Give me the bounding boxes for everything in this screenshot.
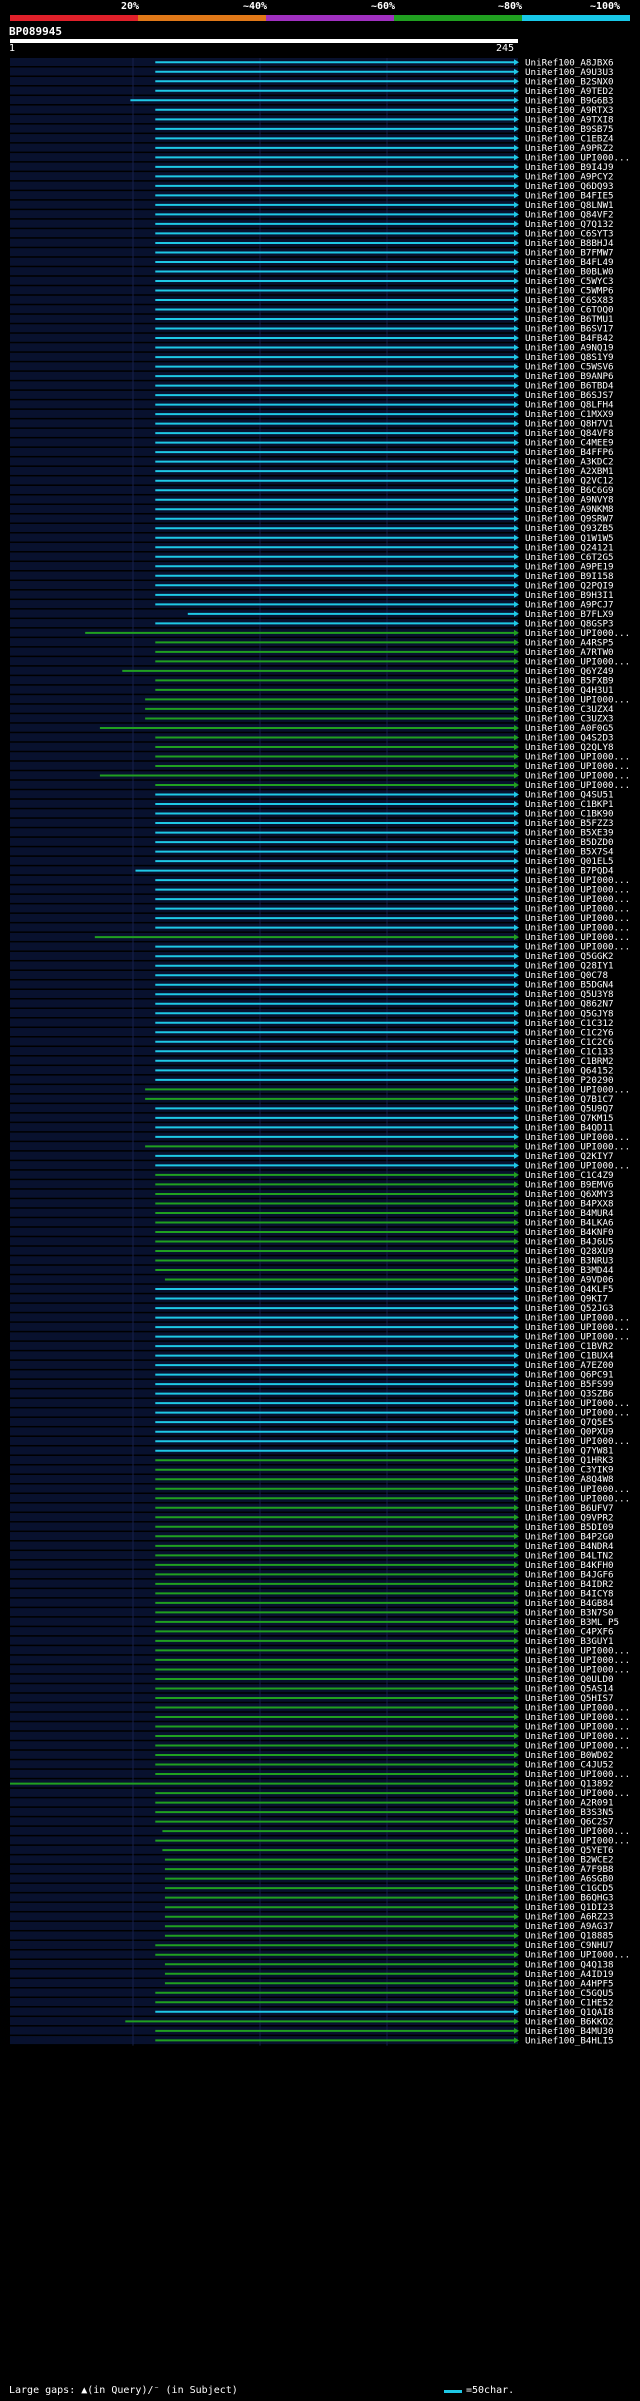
hit-alignment-chart: UniRef100_A8JBX6UniRef100_A9U3U3UniRef10… <box>10 57 630 2046</box>
large-gaps-legend: Large gaps: ▲(in Query)/⁻ (in Subject) <box>9 2385 238 2396</box>
scale-key-label: =50char. <box>466 2385 515 2396</box>
hit-label[interactable]: UniRef100_B4HLI5 <box>525 2035 614 2046</box>
scale-key-bar <box>444 2390 462 2393</box>
